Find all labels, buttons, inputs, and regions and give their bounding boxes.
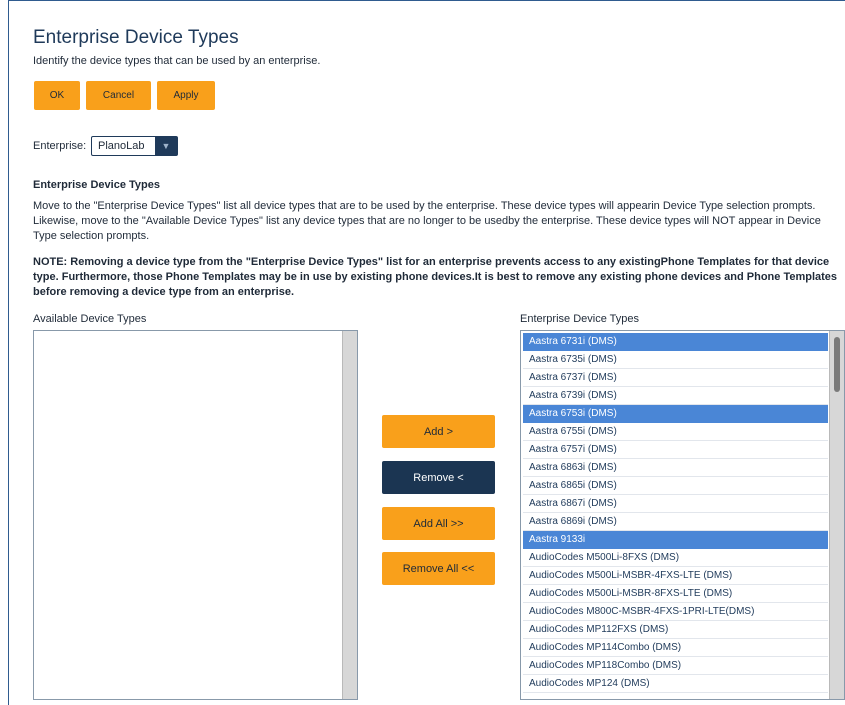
add-button[interactable]: Add > bbox=[382, 415, 495, 448]
list-item[interactable]: Aastra 6731i (DMS) bbox=[523, 333, 828, 351]
list-item[interactable]: AudioCodes MP114Combo (DMS) bbox=[523, 639, 828, 657]
section-description: Move to the "Enterprise Device Types" li… bbox=[33, 200, 821, 242]
ok-button[interactable]: OK bbox=[34, 81, 80, 110]
list-item[interactable]: Aastra 9133i bbox=[523, 531, 828, 549]
list-item[interactable]: Aastra 6739i (DMS) bbox=[523, 387, 828, 405]
available-scrollbar[interactable] bbox=[342, 331, 357, 699]
enterprise-select-value: PlanoLab bbox=[98, 140, 145, 152]
list-item[interactable]: AudioCodes M500Li-MSBR-8FXS-LTE (DMS) bbox=[523, 585, 828, 603]
remove-all-button[interactable]: Remove All << bbox=[382, 552, 495, 585]
list-item[interactable]: Aastra 6869i (DMS) bbox=[523, 513, 828, 531]
enterprise-device-types-list[interactable]: Aastra 6731i (DMS) Aastra 6735i (DMS) Aast… bbox=[520, 330, 845, 700]
list-item[interactable]: Aastra 6867i (DMS) bbox=[523, 495, 828, 513]
chevron-down-icon[interactable]: ▼ bbox=[155, 137, 177, 155]
list-item[interactable]: Aastra 6865i (DMS) bbox=[523, 477, 828, 495]
enterprise-select[interactable]: PlanoLab ▼ bbox=[91, 136, 178, 156]
scrollbar-thumb[interactable] bbox=[834, 337, 840, 392]
available-device-types-list[interactable] bbox=[33, 330, 358, 700]
apply-button[interactable]: Apply bbox=[157, 81, 215, 110]
list-item[interactable]: AudioCodes MP112FXS (DMS) bbox=[523, 621, 828, 639]
enterprise-label: Enterprise: bbox=[33, 140, 87, 152]
list-item[interactable]: Aastra 6735i (DMS) bbox=[523, 351, 828, 369]
list-item[interactable]: AudioCodes M500Li-MSBR-4FXS-LTE (DMS) bbox=[523, 567, 828, 585]
enterprise-items: Aastra 6731i (DMS) Aastra 6735i (DMS) Aast… bbox=[523, 333, 828, 693]
list-item[interactable]: Aastra 6753i (DMS) bbox=[523, 405, 828, 423]
page-title: Enterprise Device Types bbox=[33, 27, 239, 48]
enterprise-list-label: Enterprise Device Types bbox=[520, 313, 640, 325]
list-item[interactable]: AudioCodes M800C-MSBR-4FXS-1PRI-LTE(DMS) bbox=[523, 603, 828, 621]
list-item[interactable]: Aastra 6755i (DMS) bbox=[523, 423, 828, 441]
section-heading: Enterprise Device Types bbox=[33, 179, 160, 191]
list-item[interactable]: Aastra 6863i (DMS) bbox=[523, 459, 828, 477]
list-item[interactable]: AudioCodes M500Li-8FXS (DMS) bbox=[523, 549, 828, 567]
list-item[interactable]: Aastra 6737i (DMS) bbox=[523, 369, 828, 387]
add-all-button[interactable]: Add All >> bbox=[382, 507, 495, 540]
enterprise-scrollbar[interactable] bbox=[829, 331, 844, 699]
list-item[interactable]: AudioCodes MP118Combo (DMS) bbox=[523, 657, 828, 675]
remove-button[interactable]: Remove < bbox=[382, 461, 495, 494]
list-item[interactable]: Aastra 6757i (DMS) bbox=[523, 441, 828, 459]
available-list-label: Available Device Types bbox=[33, 313, 147, 325]
list-item[interactable]: AudioCodes MP124 (DMS) bbox=[523, 675, 828, 693]
cancel-button[interactable]: Cancel bbox=[86, 81, 151, 110]
page-subtitle: Identify the device types that can be us… bbox=[33, 55, 321, 67]
warning-note: NOTE: Removing a device type from the "E… bbox=[33, 256, 838, 298]
